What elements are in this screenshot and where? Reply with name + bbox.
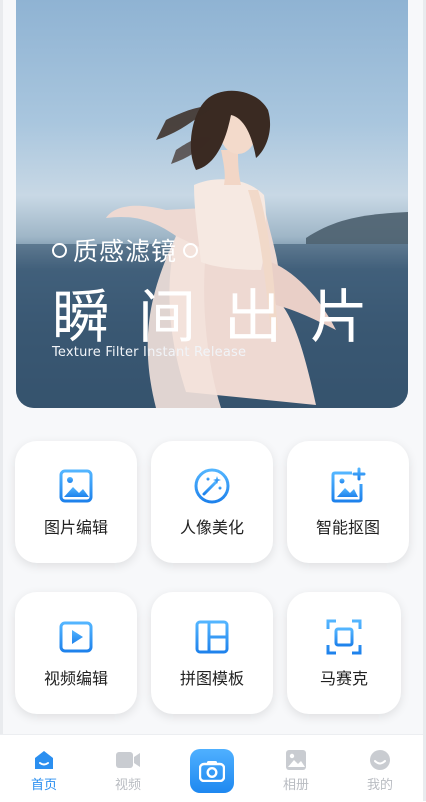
nav-item-video[interactable]: 视频 xyxy=(98,749,158,793)
magic-wand-icon xyxy=(194,468,230,504)
hero-subtitle: 质感滤镜 xyxy=(52,232,199,268)
nav-label-mine: 我的 xyxy=(366,778,393,793)
video-camera-icon xyxy=(116,752,140,768)
hero-banner[interactable]: 质感滤镜 瞬间出片 Texture Filter Instant Release xyxy=(16,0,408,408)
play-icon xyxy=(59,621,93,653)
profile-icon xyxy=(370,750,390,770)
nav-label-home: 首页 xyxy=(30,778,57,793)
tool-label: 人像美化 xyxy=(179,518,244,537)
tool-card-image-edit[interactable]: 图片编辑 xyxy=(15,441,137,563)
tool-label: 视频编辑 xyxy=(43,669,108,688)
nav-label-video: 视频 xyxy=(114,778,141,793)
nav-item-album[interactable]: 相册 xyxy=(266,749,326,793)
hero-tagline: Texture Filter Instant Release xyxy=(52,345,247,360)
tool-card-mosaic[interactable]: 马赛克 xyxy=(287,592,401,714)
tool-card-video-edit[interactable]: 视频编辑 xyxy=(15,592,137,714)
camera-button[interactable] xyxy=(190,749,234,793)
nav-item-home[interactable]: 首页 xyxy=(14,749,74,793)
album-icon xyxy=(286,750,306,770)
tool-label: 图片编辑 xyxy=(43,518,108,537)
tool-label: 拼图模板 xyxy=(179,669,244,688)
tool-card-collage-template[interactable]: 拼图模板 xyxy=(151,592,273,714)
image-add-icon xyxy=(331,467,366,503)
tool-card-portrait-beauty[interactable]: 人像美化 xyxy=(151,441,273,563)
hero-headline: 瞬间出片 xyxy=(52,283,397,351)
tool-card-smart-cutout[interactable]: 智能抠图 xyxy=(287,441,409,563)
ring-decoration-icon xyxy=(52,242,67,258)
tool-label: 马赛克 xyxy=(319,669,368,688)
collage-icon xyxy=(195,620,229,654)
nav-label-album: 相册 xyxy=(282,778,309,793)
tool-label: 智能抠图 xyxy=(315,518,380,537)
nav-item-mine[interactable]: 我的 xyxy=(350,749,410,793)
camera-icon xyxy=(199,761,225,782)
mosaic-icon xyxy=(326,619,362,655)
image-icon xyxy=(59,469,93,503)
ring-decoration-icon xyxy=(183,242,199,258)
hero-subtitle-text: 质感滤镜 xyxy=(73,237,178,266)
app-page: 质感滤镜 瞬间出片 Texture Filter Instant Release… xyxy=(0,0,426,802)
home-icon xyxy=(35,751,53,769)
